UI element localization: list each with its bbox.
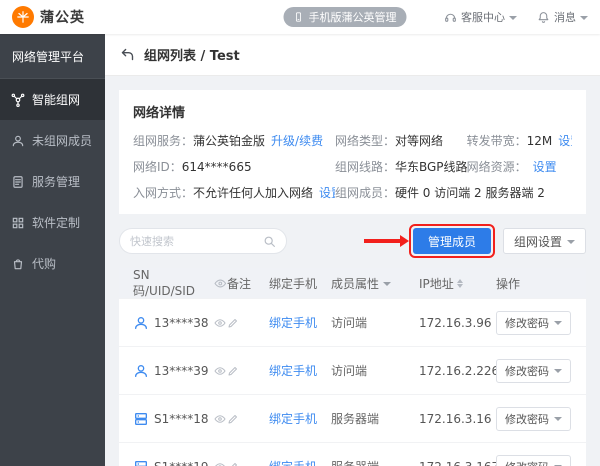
service-center-label: 客服中心 <box>461 9 505 25</box>
search-box <box>119 228 287 254</box>
field-network-id: 网络ID：614****665 <box>133 158 335 175</box>
details-title: 网络详情 <box>133 102 572 121</box>
bind-phone-link[interactable]: 绑定手机 <box>269 410 317 427</box>
member-sn: 13****39 <box>154 364 209 378</box>
change-password-button[interactable]: 修改密码 <box>496 359 571 383</box>
breadcrumb: 组网列表 / Test <box>105 34 600 76</box>
service-center-menu[interactable]: 客服中心 <box>444 9 517 25</box>
chevron-down-icon <box>509 16 517 20</box>
chevron-down-icon <box>580 16 588 20</box>
table-row: 13****38 绑定手机 访问端 172.16.3.96 修改密码 <box>119 298 586 346</box>
member-icon <box>11 134 25 148</box>
member-attr: 访问端 <box>331 362 367 379</box>
filter-caret-icon[interactable] <box>383 282 391 286</box>
headset-icon <box>444 11 457 24</box>
top-header: 蒲公英 手机版蒲公英管理 客服中心 消息 <box>0 0 600 34</box>
eye-icon[interactable] <box>214 413 226 425</box>
server-icon <box>133 411 149 427</box>
network-details-card: 网络详情 组网服务：蒲公英铂金版升级/续费 网络类型：对等网络 转发带宽：12M… <box>119 90 586 214</box>
table-row: 13****39 绑定手机 访问端 172.16.2.226 修改密码 <box>119 346 586 394</box>
custom-icon <box>11 216 25 230</box>
purchase-icon <box>11 257 25 271</box>
phone-icon <box>294 11 304 23</box>
app-name: 蒲公英 <box>40 7 85 27</box>
bandwidth-settings-link[interactable]: 设置 <box>558 134 572 148</box>
back-icon[interactable] <box>120 47 135 62</box>
field-network-resources: 网络资源：设置 <box>467 158 572 175</box>
search-input[interactable] <box>130 235 257 248</box>
search-icon[interactable] <box>263 235 276 248</box>
member-sn: S1****19 <box>154 460 209 466</box>
service-icon <box>11 175 25 189</box>
member-toolbar: 管理成员 组网设置 <box>119 226 586 256</box>
dandelion-logo-icon <box>12 6 34 28</box>
main-area: 组网列表 / Test 网络详情 组网服务：蒲公英铂金版升级/续费 网络类型：对… <box>105 34 600 466</box>
sidebar-item-unnetworked-members[interactable]: 未组网成员 <box>0 120 105 161</box>
sidebar-item-software-customization[interactable]: 软件定制 <box>0 202 105 243</box>
person-icon <box>133 315 149 331</box>
sort-icon[interactable] <box>457 279 463 288</box>
field-join-method: 入网方式：不允许任何人加入网络设置 <box>133 184 335 201</box>
chevron-down-icon <box>554 369 562 373</box>
network-icon <box>11 93 25 107</box>
bind-phone-link[interactable]: 绑定手机 <box>269 362 317 379</box>
chevron-down-icon <box>567 240 575 244</box>
member-attr: 服务器端 <box>331 458 379 466</box>
table-header-row: SN码/UID/SID 备注 绑定手机 成员属性 IP地址 操作 <box>119 268 586 298</box>
eye-icon[interactable] <box>214 277 227 290</box>
change-password-button[interactable]: 修改密码 <box>496 455 571 466</box>
field-network-service: 组网服务：蒲公英铂金版升级/续费 <box>133 132 335 149</box>
chevron-down-icon <box>554 417 562 421</box>
bell-icon <box>537 11 550 24</box>
bind-phone-link[interactable]: 绑定手机 <box>269 458 317 466</box>
mobile-manage-button[interactable]: 手机版蒲公英管理 <box>284 7 407 27</box>
chevron-down-icon <box>554 321 562 325</box>
sidebar-title: 网络管理平台 <box>0 34 105 79</box>
edit-pencil-icon[interactable] <box>227 365 239 377</box>
sidebar-item-smart-networking[interactable]: 智能组网 <box>0 79 105 120</box>
server-icon <box>133 459 149 466</box>
field-network-type: 网络类型：对等网络 <box>335 132 467 149</box>
join-settings-link[interactable]: 设置 <box>319 186 335 200</box>
resources-settings-link[interactable]: 设置 <box>533 160 557 174</box>
table-row: S1****18 绑定手机 服务器端 172.16.3.16 修改密码 <box>119 394 586 442</box>
change-password-button[interactable]: 修改密码 <box>496 407 571 431</box>
field-forward-bandwidth: 转发带宽：12M设置 <box>467 132 572 149</box>
eye-icon[interactable] <box>214 461 226 466</box>
members-table: SN码/UID/SID 备注 绑定手机 成员属性 IP地址 操作 <box>119 268 586 466</box>
network-settings-button[interactable]: 组网设置 <box>503 228 586 254</box>
manage-members-button[interactable]: 管理成员 <box>413 228 491 254</box>
member-sn: 13****38 <box>154 316 209 330</box>
field-network-line: 组网线路：华东BGP线路设置 <box>335 158 467 175</box>
sidebar-item-service-management[interactable]: 服务管理 <box>0 161 105 202</box>
app-logo: 蒲公英 <box>12 6 85 28</box>
bind-phone-link[interactable]: 绑定手机 <box>269 314 317 331</box>
member-ip: 172.16.3.16 <box>419 412 492 426</box>
edit-pencil-icon[interactable] <box>227 461 239 466</box>
member-ip: 172.16.3.167 <box>419 460 499 466</box>
annotation-arrow <box>364 239 400 243</box>
sidebar: 网络管理平台 智能组网 未组网成员 服务管理 软件定制 代购 <box>0 34 105 466</box>
table-row: S1****19 绑定手机 服务器端 172.16.3.167 修改密码 <box>119 442 586 466</box>
member-attr: 服务器端 <box>331 410 379 427</box>
person-icon <box>133 363 149 379</box>
eye-icon[interactable] <box>214 317 226 329</box>
edit-pencil-icon[interactable] <box>227 413 239 425</box>
upgrade-renew-link[interactable]: 升级/续费 <box>271 134 323 148</box>
messages-label: 消息 <box>554 9 576 25</box>
eye-icon[interactable] <box>214 365 226 377</box>
member-ip: 172.16.3.96 <box>419 316 492 330</box>
sidebar-item-purchasing[interactable]: 代购 <box>0 243 105 284</box>
edit-pencil-icon[interactable] <box>227 317 239 329</box>
field-network-members: 组网成员：硬件 0 访问端 2 服务器端 2 <box>335 184 572 201</box>
member-ip: 172.16.2.226 <box>419 364 499 378</box>
member-sn: S1****18 <box>154 412 209 426</box>
messages-menu[interactable]: 消息 <box>537 9 588 25</box>
breadcrumb-text: 组网列表 / Test <box>144 45 240 64</box>
annotation-box: 管理成员 <box>409 224 495 258</box>
member-attr: 访问端 <box>331 314 367 331</box>
change-password-button[interactable]: 修改密码 <box>496 311 571 335</box>
